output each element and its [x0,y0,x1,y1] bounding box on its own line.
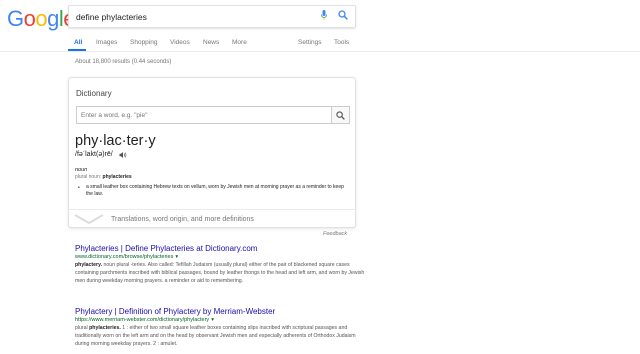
snippet-bold: phylacteries. [89,325,121,331]
dictionary-search-box[interactable] [76,106,332,124]
result-snippet: plural phylacteries. 1 : either of two s… [75,324,365,348]
result-title-link[interactable]: Phylactery | Definition of Phylactery by… [75,307,365,316]
tab-news[interactable]: News [203,39,219,46]
snippet-bold: phylactery. [75,262,103,268]
result-snippet: phylactery. noun plural -teries. Also ca… [75,261,365,285]
plural-line: plural noun: phylacteries [75,174,132,180]
search-input[interactable] [76,9,306,25]
more-definitions-toggle[interactable]: Translations, word origin, and more defi… [69,209,355,228]
caret-down-icon[interactable]: ▾ [211,317,214,323]
definition-text: a small leather box containing Hebrew te… [86,184,344,197]
more-definitions-label: Translations, word origin, and more defi… [111,216,254,223]
dictionary-title: Dictionary [76,89,112,98]
definition-bullet: • [78,185,80,191]
search-icon [336,111,345,120]
mic-icon[interactable] [321,10,327,20]
snippet-text: noun plural -teries. Also called: Tefill… [75,262,365,284]
logo-letter: o [23,6,36,31]
caret-down-icon[interactable]: ▾ [175,254,178,260]
feedback-link[interactable]: Feedback [323,231,347,237]
search-box[interactable] [68,5,356,28]
plural-label: plural noun: [75,174,102,180]
pronunciation: /fəˈlakt(ə)rē/ [75,151,113,158]
tab-more[interactable]: More [232,39,247,46]
search-result: Phylacteries | Define Phylacteries at Di… [75,244,365,285]
headword: phy·lac·ter·y [75,133,156,149]
tab-shopping[interactable]: Shopping [130,39,157,46]
tab-all[interactable]: All [74,39,82,46]
tab-settings[interactable]: Settings [298,39,322,46]
logo-letter: g [47,6,59,31]
speaker-icon[interactable] [119,151,127,159]
part-of-speech: noun [75,167,88,173]
tab-tools[interactable]: Tools [334,39,349,46]
search-result: Phylactery | Definition of Phylactery by… [75,307,365,348]
logo-letter: G [7,6,24,31]
google-logo[interactable]: Google [7,6,76,32]
dictionary-search-button[interactable] [332,106,350,124]
search-icon[interactable] [338,10,348,20]
result-url: www.dictionary.com/browse/phylacteries ▾ [75,254,365,260]
dictionary-search-input[interactable] [81,110,321,121]
result-url-text: https://www.merriam-webster.com/dictiona… [75,317,210,323]
tab-images[interactable]: Images [96,39,117,46]
result-stats: About 18,800 results (0.44 seconds) [75,59,172,65]
tab-videos[interactable]: Videos [170,39,190,46]
plural-form: phylacteries [102,174,132,180]
active-tab-indicator [68,49,86,51]
result-url-text: www.dictionary.com/browse/phylacteries [75,254,174,260]
logo-letter: o [35,6,48,31]
dictionary-card: Dictionary phy·lac·ter·y /fəˈlakt(ə)rē/ … [68,77,356,228]
result-title-link[interactable]: Phylacteries | Define Phylacteries at Di… [75,244,365,253]
chevron-down-icon [74,214,104,225]
snippet-prefix: plural [75,325,90,331]
search-tabs: All Images Shopping Videos News More Set… [0,34,640,52]
result-url: https://www.merriam-webster.com/dictiona… [75,317,365,323]
